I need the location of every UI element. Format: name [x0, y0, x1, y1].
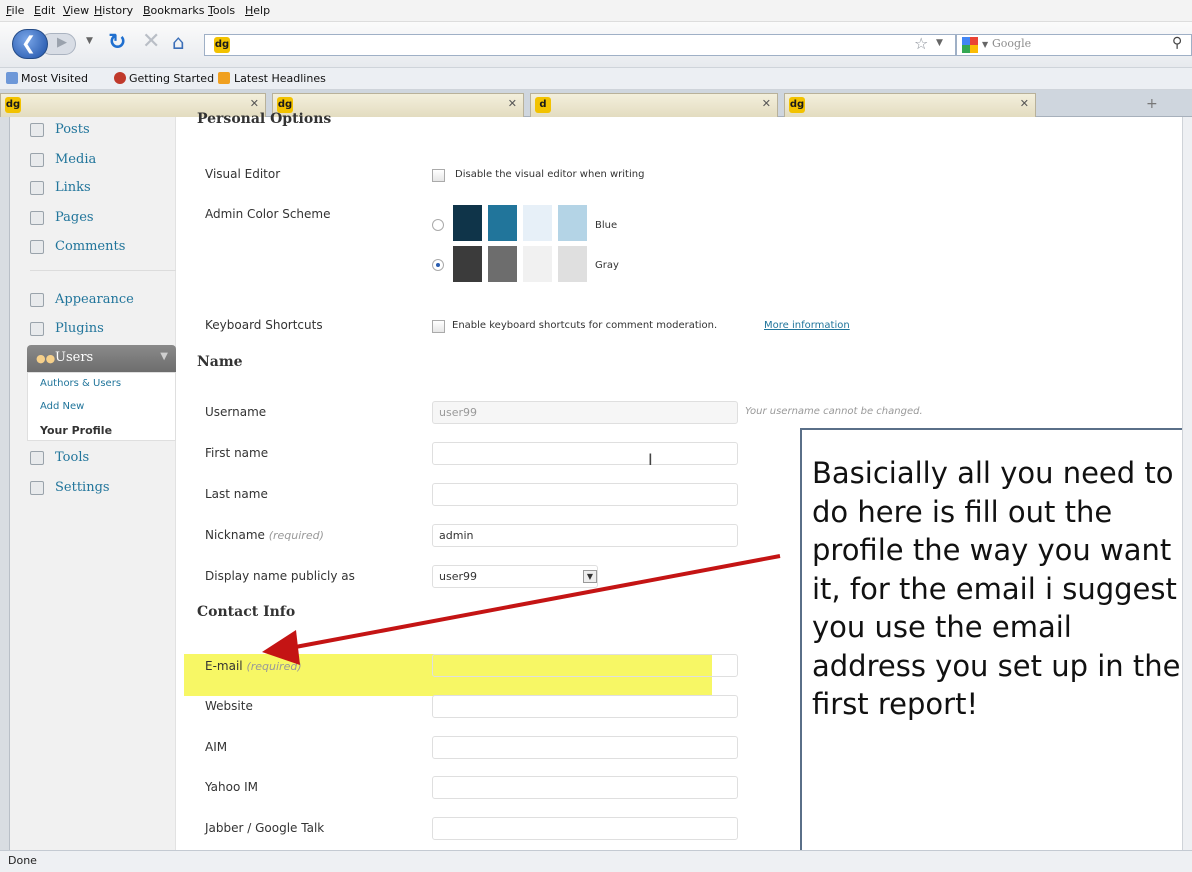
- annotation-callout: Basicially all you need to do here is fi…: [800, 428, 1190, 866]
- arrow-head: [262, 630, 300, 665]
- callout-text: Basicially all you need to do here is fi…: [812, 456, 1181, 721]
- status-text: Done: [8, 854, 37, 867]
- vertical-scrollbar[interactable]: [1182, 117, 1192, 850]
- arrow-line: [289, 554, 781, 650]
- status-bar: [0, 850, 1192, 872]
